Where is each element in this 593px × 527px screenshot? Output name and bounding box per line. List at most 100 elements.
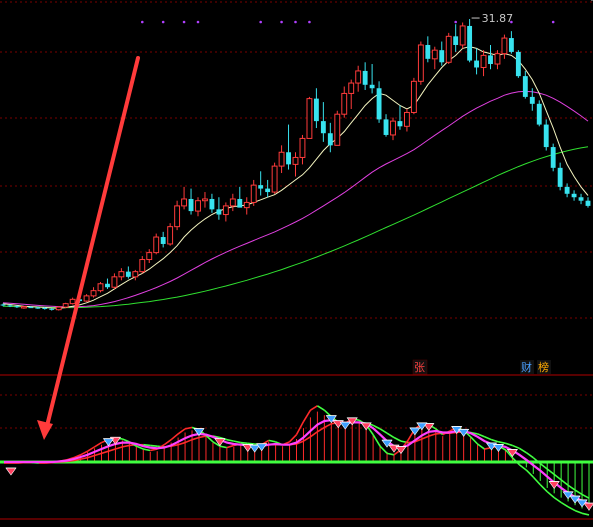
candle-body [417, 44, 424, 82]
candle-down [536, 100, 542, 127]
candle-body [439, 50, 445, 63]
candle-body [271, 165, 278, 193]
candle-body [7, 305, 13, 307]
candle-body [20, 306, 27, 309]
marker-dot [308, 20, 311, 24]
candle-body [49, 308, 55, 310]
candle-down [515, 50, 521, 78]
marker-dot [259, 20, 262, 24]
candle-body [480, 54, 487, 68]
marker-dot [294, 20, 297, 24]
candle-body [403, 111, 410, 127]
candle-body [153, 236, 160, 254]
osc-line-slow [150, 444, 158, 447]
candle-body [0, 304, 6, 306]
candle-body [585, 200, 591, 206]
candle-body [522, 76, 528, 97]
candle-up [62, 302, 69, 308]
candle-body [410, 80, 417, 113]
candle-body [550, 147, 556, 168]
candle-body [501, 37, 508, 55]
badge-zhang[interactable]: 张 [412, 359, 428, 375]
marker-dot [140, 20, 144, 24]
candle-body [536, 103, 542, 125]
candle-body [557, 167, 563, 187]
badge-bang[interactable]: 榜 [537, 360, 551, 374]
candle-body [62, 303, 69, 308]
candle-body [494, 53, 501, 65]
candle-down [550, 143, 556, 172]
stock-chart[interactable]: 31.87 张 财 榜 [0, 0, 593, 523]
marker-dot [454, 20, 457, 24]
candle-body [55, 306, 62, 311]
candle-body [286, 152, 291, 165]
candle-body [42, 307, 48, 309]
candle-up [459, 22, 466, 49]
candle-body [132, 271, 139, 278]
candle-up [153, 233, 160, 255]
candle-up [410, 77, 417, 115]
candle-body [508, 38, 514, 52]
candle-body [320, 121, 326, 134]
candle-up [167, 223, 174, 246]
candle-body [529, 96, 535, 104]
candle-body [188, 198, 194, 212]
candle-body [292, 156, 299, 165]
candle-up [417, 41, 424, 85]
candle-body [83, 295, 90, 302]
candle-body [278, 151, 285, 167]
candle-body [250, 184, 257, 203]
candle-body [243, 201, 250, 209]
candle-body [390, 120, 396, 136]
candle-body [222, 205, 229, 216]
candle-body [383, 119, 389, 135]
candle-body [431, 49, 438, 60]
candle-body [376, 88, 382, 120]
candle-body [265, 188, 271, 193]
candle-up [55, 306, 62, 311]
badge-cai-label: 财 [521, 360, 532, 374]
candle-body [195, 200, 201, 212]
marker-dot [551, 20, 555, 24]
osc-line-slow [240, 441, 248, 445]
candle-body [327, 133, 333, 146]
candle-body [299, 137, 306, 158]
candle-body [209, 198, 215, 210]
candle-body [167, 226, 174, 245]
candle-up [20, 306, 27, 309]
candle-body [118, 271, 125, 278]
candle-body [355, 70, 362, 84]
candle-body [369, 84, 375, 89]
candle-body [258, 185, 264, 189]
candle-body [181, 198, 188, 207]
candle-up [97, 282, 104, 293]
candle-body [139, 259, 146, 273]
marker-dot [182, 20, 186, 24]
candle-body [28, 307, 34, 309]
candle-body [14, 306, 20, 308]
badge-cai[interactable]: 财 [520, 360, 534, 374]
candle-body [69, 298, 76, 305]
peak-price-label: 31.87 [482, 12, 514, 25]
candle-up [306, 96, 313, 139]
candle-body [237, 198, 243, 208]
candle-body [174, 205, 181, 228]
candle-body [348, 82, 355, 94]
candle-body [571, 193, 577, 198]
candle-body [578, 197, 584, 201]
marker-dot [280, 20, 283, 24]
candle-body [474, 60, 480, 68]
candle-body [97, 283, 104, 292]
candle-up [445, 32, 452, 65]
badge-zhang-label: 张 [414, 361, 425, 374]
candle-body [341, 92, 348, 115]
chart-stage: 31.87 张 财 榜 [0, 0, 593, 523]
candle-body [146, 252, 153, 261]
candle-body [564, 186, 570, 194]
marker-dot [161, 20, 165, 24]
candle-body [90, 290, 97, 297]
candle-body [160, 237, 166, 244]
candle-body [445, 35, 452, 63]
candle-body [306, 98, 313, 139]
candle-body [216, 209, 222, 215]
